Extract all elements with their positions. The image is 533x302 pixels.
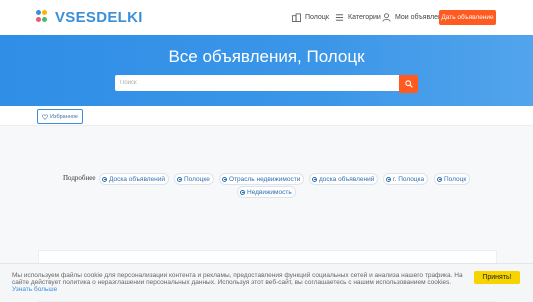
plus-circle-icon [437, 176, 442, 182]
tags-label: Подробнее [63, 174, 96, 182]
plus-circle-icon [386, 176, 391, 182]
tag-label: доска объявлений [319, 175, 375, 183]
tag-link[interactable]: доска объявлений [309, 173, 379, 185]
site-header: VSESDELKI Полоцк Категории Мои объявлени… [0, 0, 533, 36]
city-buildings-icon [292, 13, 301, 22]
plus-circle-icon [222, 176, 227, 182]
tag-link[interactable]: Доска объявлений [99, 173, 170, 185]
user-icon [382, 13, 391, 22]
tag-label: Полоцке [184, 175, 210, 183]
cookie-learn-more-link[interactable]: Узнать больше [12, 286, 57, 293]
tag-label: Отрасль недвижимости [229, 175, 301, 183]
tag-label: Недвижимость [247, 188, 292, 196]
tag-label: Полоцк [444, 175, 467, 183]
logo-text: VSESDELKI [55, 8, 143, 26]
post-ad-button[interactable]: Дать объявление [439, 10, 496, 25]
favorites-label: Избранное [50, 113, 78, 120]
tag-link[interactable]: Недвижимость [237, 186, 296, 198]
tag-label: г. Полоцка [393, 175, 425, 183]
tag-link[interactable]: Полоцке [174, 173, 214, 185]
hero-banner: Все объявления, Полоцк [0, 35, 533, 106]
cookie-banner: Мы используем файлы cookie для персонали… [0, 263, 533, 301]
site-logo[interactable]: VSESDELKI [36, 8, 143, 26]
search-icon [404, 80, 413, 88]
logo-dots-icon [36, 10, 52, 24]
nav-city-label: Полоцк [305, 14, 329, 21]
nav-city[interactable]: Полоцк [292, 0, 329, 35]
favorites-bar: Избранное [0, 106, 533, 126]
cookie-accept-button[interactable]: Принять! [474, 271, 520, 284]
favorites-button[interactable]: Избранное [37, 109, 83, 124]
nav-categories-label: Категории [348, 14, 381, 21]
cookie-message: Мы используем файлы cookie для персонали… [12, 272, 463, 287]
tag-link[interactable]: г. Полоцка [383, 173, 429, 185]
plus-circle-icon [177, 176, 182, 182]
page-title: Все объявления, Полоцк [168, 47, 365, 66]
plus-circle-icon [240, 189, 245, 195]
tag-link[interactable]: Полоцк [434, 173, 471, 185]
nav-categories[interactable]: Категории [335, 0, 381, 35]
plus-circle-icon [102, 176, 107, 182]
search-input[interactable] [115, 75, 402, 91]
tag-label: Доска объявлений [109, 175, 166, 183]
cookie-text: Мы используем файлы cookie для персонали… [12, 272, 467, 294]
heart-icon [42, 113, 48, 120]
list-icon [335, 14, 344, 21]
tag-link[interactable]: Отрасль недвижимости [219, 173, 305, 185]
search-button[interactable] [399, 75, 418, 93]
plus-circle-icon [312, 176, 317, 182]
